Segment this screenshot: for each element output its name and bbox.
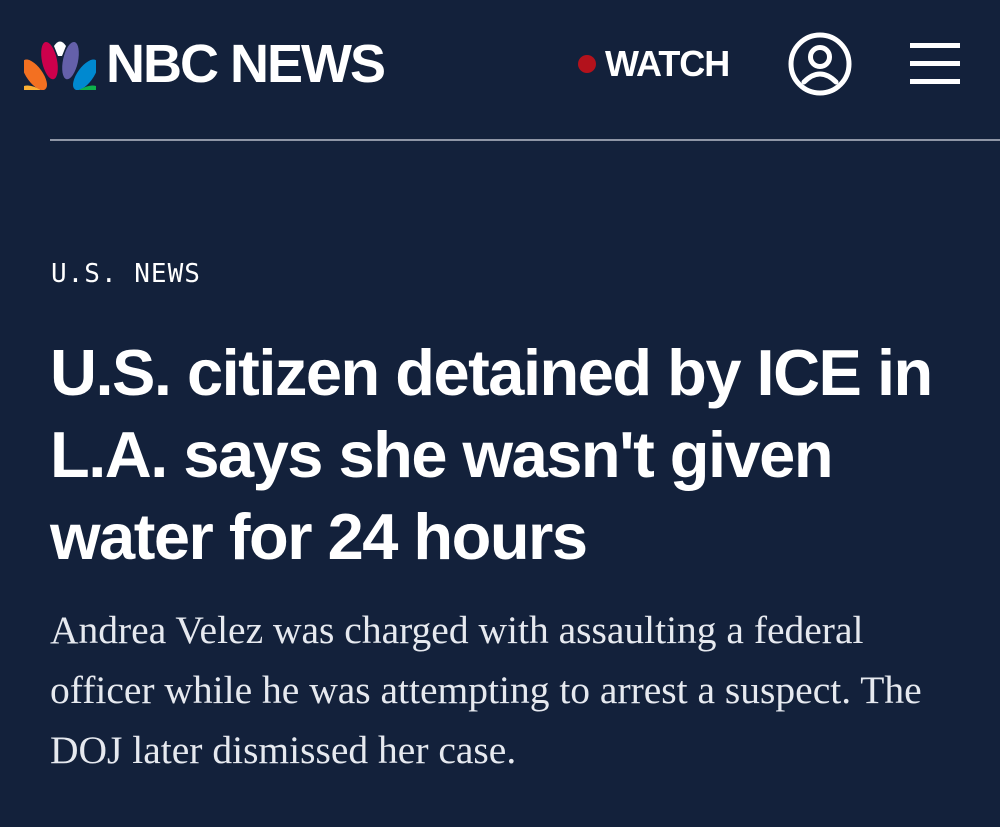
account-button[interactable] bbox=[788, 32, 852, 96]
watch-live-button[interactable]: WATCH bbox=[578, 43, 730, 84]
live-dot-icon bbox=[578, 55, 596, 73]
user-account-icon bbox=[788, 32, 852, 96]
section-label[interactable]: U.S. NEWS bbox=[51, 258, 201, 290]
site-header: NBC NEWS WATCH bbox=[0, 0, 1000, 140]
article-headline: U.S. citizen detained by ICE in L.A. say… bbox=[50, 336, 933, 573]
nbc-peacock-icon bbox=[24, 41, 96, 90]
nbc-news-logo[interactable]: NBC NEWS bbox=[24, 34, 386, 94]
watch-label: WATCH bbox=[605, 43, 730, 84]
menu-button[interactable] bbox=[908, 40, 962, 86]
logo-wordmark: NBC NEWS bbox=[106, 34, 386, 94]
header-divider bbox=[50, 139, 1000, 141]
hamburger-menu-icon bbox=[910, 43, 960, 84]
article-dek: Andrea Velez was charged with assaulting… bbox=[50, 608, 922, 772]
